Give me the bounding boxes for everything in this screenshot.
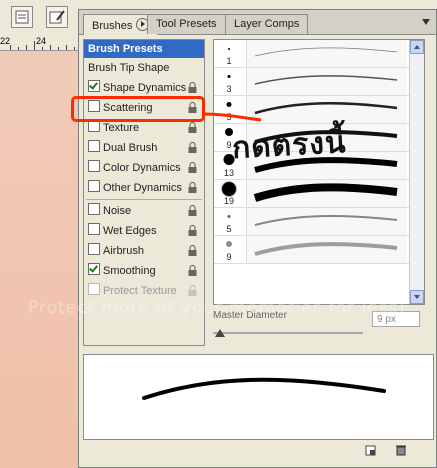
annotation-highlight xyxy=(71,96,205,122)
brush-preset-item[interactable]: 19 xyxy=(214,180,424,208)
slider-track xyxy=(213,332,363,334)
tab-tool-presets[interactable]: Tool Presets xyxy=(147,14,226,34)
other-dynamics-checkbox[interactable] xyxy=(88,180,100,192)
brush-tip-shape-item[interactable]: Brush Tip Shape xyxy=(84,58,204,78)
ruler-label: 24 xyxy=(36,36,47,46)
brush-preset-item[interactable]: 9 xyxy=(214,236,424,264)
brush-size-label: 5 xyxy=(226,224,232,234)
dual-brush-checkbox[interactable] xyxy=(88,140,100,152)
brush-size-label: 19 xyxy=(223,196,234,206)
brush-size-label: 1 xyxy=(226,56,232,66)
option-label: Color Dynamics xyxy=(103,162,181,174)
lock-icon[interactable] xyxy=(187,182,198,194)
brush-stroke-preview xyxy=(246,96,407,123)
brush-stroke-preview xyxy=(246,236,407,263)
option-label: Wet Edges xyxy=(103,225,157,237)
smoothing-checkbox[interactable] xyxy=(88,263,100,275)
noise-checkbox[interactable] xyxy=(88,203,100,215)
panel-tab-bar: Brushes Tool Presets Layer Comps xyxy=(79,10,436,35)
option-label: Texture xyxy=(103,122,140,134)
brush-stroke-preview xyxy=(246,180,407,207)
option-airbrush[interactable]: Airbrush xyxy=(84,241,204,261)
palette-well-icon[interactable] xyxy=(11,6,33,28)
ruler-label: 22 xyxy=(0,36,11,46)
color-dynamics-checkbox[interactable] xyxy=(88,160,100,172)
option-other-dynamics[interactable]: Other Dynamics xyxy=(84,178,204,198)
scroll-down-icon[interactable] xyxy=(410,290,424,304)
brush-stroke-preview xyxy=(246,208,407,235)
stroke-preview xyxy=(83,354,434,440)
brush-tip-dot xyxy=(221,181,237,197)
slider-thumb-icon[interactable] xyxy=(215,329,225,337)
brushes-panel: Brushes Tool Presets Layer Comps Brush P… xyxy=(78,9,437,468)
brush-list-scrollbar[interactable] xyxy=(409,40,424,304)
shape-dynamics-checkbox[interactable] xyxy=(88,80,100,92)
brush-tip-dot xyxy=(226,102,232,107)
option-label: Airbrush xyxy=(103,245,144,257)
lock-icon xyxy=(188,285,197,296)
option-label: Shape Dynamics xyxy=(103,82,187,94)
lock-icon[interactable] xyxy=(187,245,198,257)
brushes-toggle-icon[interactable] xyxy=(46,6,68,28)
annotation-note: กดตรงนี้ xyxy=(231,125,348,166)
option-label: Other Dynamics xyxy=(103,182,182,194)
watermark: Protect more of your memories for less! xyxy=(28,298,407,318)
brush-preset-item[interactable]: 5 xyxy=(214,208,424,236)
brush-size-label: 3 xyxy=(226,84,232,94)
horizontal-ruler: 22 24 xyxy=(0,36,80,51)
brush-stroke-preview xyxy=(246,40,407,67)
tab-layer-comps[interactable]: Layer Comps xyxy=(225,14,309,34)
brush-tip-dot xyxy=(227,215,231,218)
protect-texture-checkbox xyxy=(88,283,100,295)
option-color-dynamics[interactable]: Color Dynamics xyxy=(84,158,204,178)
divider xyxy=(86,199,202,200)
option-label: Protect Texture xyxy=(103,285,177,297)
lock-icon[interactable] xyxy=(187,225,198,237)
stroke-preview-graphic xyxy=(142,377,386,400)
lock-icon[interactable] xyxy=(187,142,198,154)
scroll-up-icon[interactable] xyxy=(410,40,424,54)
lock-icon[interactable] xyxy=(187,122,198,134)
option-dual-brush[interactable]: Dual Brush xyxy=(84,138,204,158)
tab-label: Layer Comps xyxy=(234,18,300,30)
brush-tip-dot xyxy=(228,48,230,50)
tab-label: Brushes xyxy=(92,20,133,32)
trash-icon[interactable] xyxy=(395,444,407,456)
brush-preset-item[interactable]: 1 xyxy=(214,40,424,68)
new-preset-icon[interactable] xyxy=(365,444,377,456)
panel-menu-icon[interactable] xyxy=(420,16,432,28)
wet-edges-checkbox[interactable] xyxy=(88,223,100,235)
option-label: Smoothing xyxy=(103,265,156,277)
option-label: Brush Tip Shape xyxy=(88,62,170,74)
lock-icon[interactable] xyxy=(187,265,198,277)
airbrush-checkbox[interactable] xyxy=(88,243,100,255)
document-canvas xyxy=(0,50,80,468)
master-diameter-slider[interactable] xyxy=(213,329,363,338)
option-label: Noise xyxy=(103,205,132,217)
lock-icon[interactable] xyxy=(187,205,198,217)
brush-stroke-preview xyxy=(246,68,407,95)
lock-icon[interactable] xyxy=(187,162,198,174)
option-noise[interactable]: Noise xyxy=(84,201,204,221)
option-wet-edges[interactable]: Wet Edges xyxy=(84,221,204,241)
option-label: Dual Brush xyxy=(103,142,158,154)
brush-tip-dot xyxy=(227,75,231,78)
brush-preset-item[interactable]: 3 xyxy=(214,68,424,96)
option-shape-dynamics[interactable]: Shape Dynamics xyxy=(84,78,204,98)
brush-preset-list: 1 3 5 9 13 19 5 9 xyxy=(213,39,425,305)
brush-presets-item[interactable]: Brush Presets xyxy=(84,40,204,58)
option-smoothing[interactable]: Smoothing xyxy=(84,261,204,281)
tab-label: Tool Presets xyxy=(156,18,217,30)
brush-size-label: 9 xyxy=(226,252,232,262)
annotation-pointer xyxy=(203,112,262,122)
lock-icon[interactable] xyxy=(187,82,198,94)
brush-tip-dot xyxy=(226,241,232,247)
